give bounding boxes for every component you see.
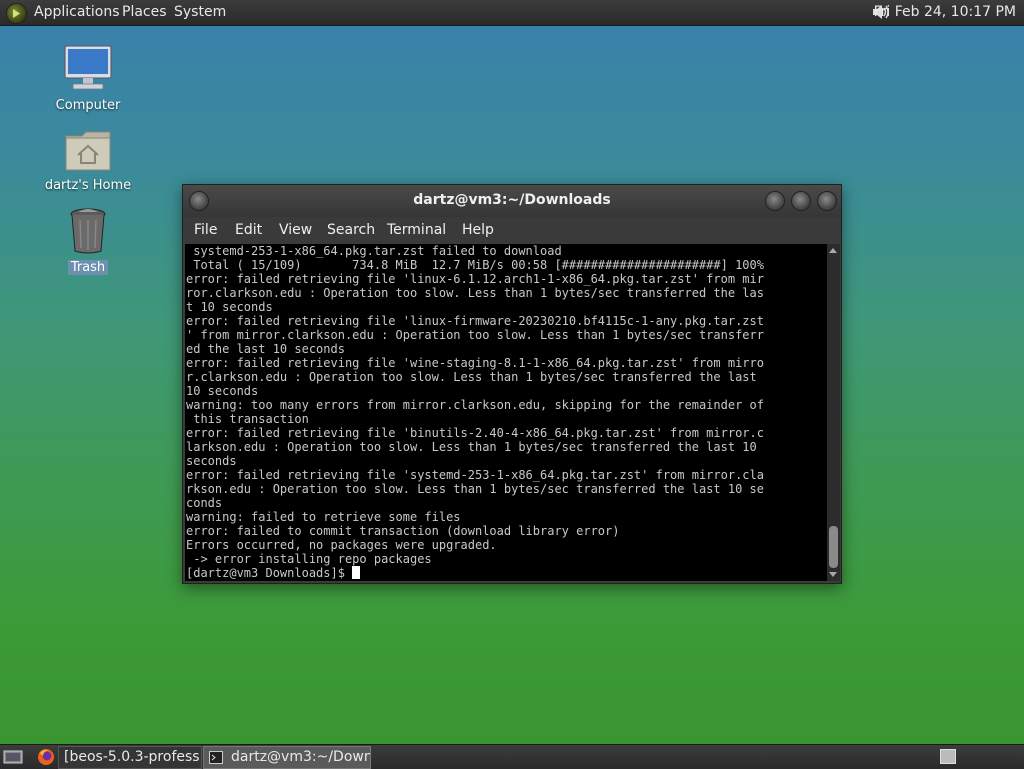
terminal-line: error: failed retrieving file 'linux-6.1…: [186, 272, 764, 286]
menu-search[interactable]: Search: [327, 222, 375, 238]
terminal-line: 10 seconds: [186, 384, 259, 398]
terminal-line: ed the last 10 seconds: [186, 342, 345, 356]
terminal-menubar: File Edit View Search Terminal Help: [183, 217, 841, 244]
close-button[interactable]: [817, 191, 837, 211]
menu-help[interactable]: Help: [462, 222, 494, 238]
terminal-line: -> error installing repo packages: [186, 552, 432, 566]
desktop-icon-home[interactable]: dartz's Home: [38, 128, 138, 193]
desktop-icon-label: dartz's Home: [44, 178, 132, 193]
text-cursor: [352, 566, 361, 579]
menu-view[interactable]: View: [279, 222, 312, 238]
desktop-icon-trash[interactable]: Trash: [38, 206, 138, 275]
terminal-line: t 10 seconds: [186, 300, 273, 314]
maximize-button[interactable]: [791, 191, 811, 211]
terminal-line: error: failed retrieving file 'systemd-2…: [186, 468, 764, 482]
terminal-text: systemd-253-1-x86_64.pkg.tar.zst failed …: [185, 244, 827, 580]
show-desktop-icon[interactable]: [3, 749, 23, 765]
taskbar-item-label: [beos-5.0.3-profess...: [64, 749, 202, 765]
menu-terminal[interactable]: Terminal: [387, 222, 446, 238]
taskbar-item-beos[interactable]: [beos-5.0.3-profess...: [58, 746, 202, 769]
top-panel: Applications Places System Fri Feb 24, 1…: [0, 0, 1024, 26]
terminal-line: this transaction: [186, 412, 309, 426]
terminal-line: ror.clarkson.edu : Operation too slow. L…: [186, 286, 764, 300]
home-folder-icon: [65, 131, 111, 171]
terminal-window: dartz@vm3:~/Downloads File Edit View Sea…: [182, 184, 842, 584]
applications-menu[interactable]: Applications: [34, 4, 120, 20]
main-menu-logo-icon[interactable]: [6, 3, 27, 24]
computer-icon: [64, 45, 112, 90]
terminal-line: ' from mirror.clarkson.edu : Operation t…: [186, 328, 764, 342]
taskbar-item-terminal[interactable]: dartz@vm3:~/Down...: [203, 746, 371, 769]
terminal-line: seconds: [186, 454, 237, 468]
terminal-line: r.clarkson.edu : Operation too slow. Les…: [186, 370, 757, 384]
terminal-line: rkson.edu : Operation too slow. Less tha…: [186, 482, 764, 496]
terminal-line: warning: too many errors from mirror.cla…: [186, 398, 764, 412]
terminal-line: warning: failed to retrieve some files: [186, 510, 461, 524]
minimize-button[interactable]: [765, 191, 785, 211]
menu-file[interactable]: File: [194, 222, 217, 238]
scroll-down-arrow-icon[interactable]: [829, 572, 837, 577]
terminal-line: Total ( 15/109) 734.8 MiB 12.7 MiB/s 00:…: [186, 258, 764, 272]
terminal-scrollbar[interactable]: [827, 244, 840, 581]
menu-edit[interactable]: Edit: [235, 222, 262, 238]
scrollbar-thumb[interactable]: [829, 526, 838, 568]
desktop-icon-label: Trash: [67, 260, 109, 275]
desktop-icon-label: Computer: [55, 98, 121, 113]
clock[interactable]: Fri Feb 24, 10:17 PM: [874, 4, 1016, 20]
terminal-line: error: failed to commit transaction (dow…: [186, 524, 620, 538]
terminal-line: larkson.edu : Operation too slow. Less t…: [186, 440, 757, 454]
terminal-icon: [209, 751, 223, 764]
trash-icon: [70, 208, 106, 254]
window-title: dartz@vm3:~/Downloads: [413, 192, 611, 208]
desktop-icon-computer[interactable]: Computer: [38, 44, 138, 113]
window-titlebar[interactable]: dartz@vm3:~/Downloads: [183, 185, 841, 217]
terminal-line: error: failed retrieving file 'wine-stag…: [186, 356, 764, 370]
terminal-line: conds: [186, 496, 223, 510]
shell-prompt: [dartz@vm3 Downloads]$: [186, 566, 353, 580]
workspace-switcher[interactable]: [940, 749, 956, 764]
terminal-line: systemd-253-1-x86_64.pkg.tar.zst failed …: [186, 244, 562, 258]
terminal-line: error: failed retrieving file 'linux-fir…: [186, 314, 764, 328]
places-menu[interactable]: Places: [122, 4, 167, 20]
system-menu[interactable]: System: [174, 4, 226, 20]
terminal-line: Errors occurred, no packages were upgrad…: [186, 538, 497, 552]
firefox-icon[interactable]: [37, 748, 55, 766]
bottom-panel: [beos-5.0.3-profess... dartz@vm3:~/Down.…: [0, 744, 1024, 769]
terminal-line: error: failed retrieving file 'binutils-…: [186, 426, 764, 440]
scroll-up-arrow-icon[interactable]: [829, 248, 837, 253]
taskbar-item-label: dartz@vm3:~/Down...: [231, 749, 371, 765]
terminal-output[interactable]: systemd-253-1-x86_64.pkg.tar.zst failed …: [185, 244, 827, 581]
